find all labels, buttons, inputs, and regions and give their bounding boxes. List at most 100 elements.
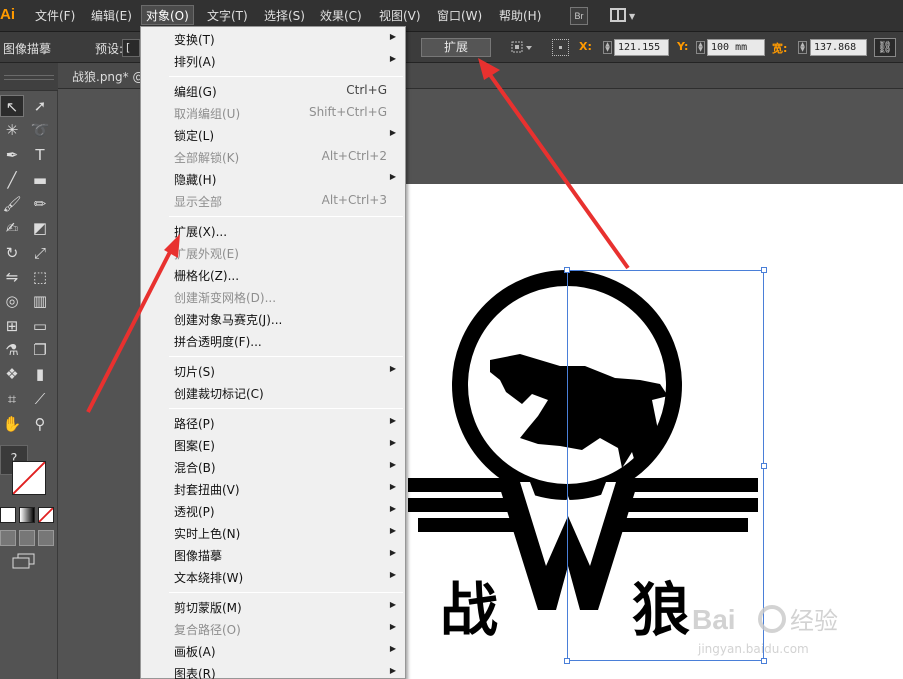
free-transform-tool-icon[interactable]: ⬚ bbox=[28, 266, 52, 288]
type-tool-icon[interactable]: T bbox=[28, 144, 52, 166]
eraser-tool-icon[interactable]: ◩ bbox=[28, 217, 52, 239]
perspective-grid-tool-icon[interactable]: ▥ bbox=[28, 290, 52, 312]
rotate-tool-icon[interactable]: ↻ bbox=[0, 242, 24, 264]
draw-normal-icon[interactable] bbox=[0, 530, 16, 546]
align-options-icon[interactable] bbox=[510, 40, 534, 55]
menu-item-blend[interactable]: 混合(B) ▶ bbox=[141, 456, 405, 478]
menu-item-perspective[interactable]: 透视(P) ▶ bbox=[141, 500, 405, 522]
constrain-proportions-icon[interactable]: ⛓ bbox=[874, 38, 896, 57]
menu-item-ungroup[interactable]: 取消编组(U) Shift+Ctrl+G bbox=[141, 102, 405, 124]
screen-mode-icon[interactable] bbox=[12, 553, 36, 569]
menu-item-group[interactable]: 编组(G) Ctrl+G bbox=[141, 80, 405, 102]
menu-item-rasterize[interactable]: 栅格化(Z)... bbox=[141, 264, 405, 286]
menu-item-transform[interactable]: 变换(T) ▶ bbox=[141, 28, 405, 50]
selection-handle[interactable] bbox=[564, 658, 570, 664]
menu-effect[interactable]: 效果(C) bbox=[316, 6, 366, 26]
menu-window[interactable]: 窗口(W) bbox=[433, 6, 486, 26]
menu-help[interactable]: 帮助(H) bbox=[495, 6, 545, 26]
workspace-switcher-icon[interactable]: ▼ bbox=[610, 8, 636, 24]
hand-tool-icon[interactable]: ✋ bbox=[0, 413, 24, 435]
menu-select[interactable]: 选择(S) bbox=[260, 6, 309, 26]
bridge-button[interactable]: Br bbox=[570, 7, 588, 25]
expand-button[interactable]: 扩展 bbox=[421, 38, 491, 57]
document-tab[interactable]: 战狼.png* @ bbox=[66, 66, 151, 88]
menu-item-path[interactable]: 路径(P) ▶ bbox=[141, 412, 405, 434]
column-graph-tool-icon[interactable]: ▮ bbox=[28, 363, 52, 385]
draw-behind-icon[interactable] bbox=[19, 530, 35, 546]
menu-item-live-paint[interactable]: 实时上色(N) ▶ bbox=[141, 522, 405, 544]
symbol-sprayer-tool-icon[interactable]: ❖ bbox=[0, 363, 24, 385]
gradient-tool-icon[interactable]: ▭ bbox=[28, 315, 52, 337]
artboard-tool-icon[interactable]: ⌗ bbox=[0, 388, 24, 410]
fill-stroke-swatch[interactable] bbox=[12, 461, 46, 495]
shape-builder-tool-icon[interactable]: ◎ bbox=[0, 290, 24, 312]
direct-selection-tool-icon[interactable]: ➚ bbox=[28, 95, 52, 117]
menu-item-compound-path[interactable]: 复合路径(O) ▶ bbox=[141, 618, 405, 640]
menu-item-pattern[interactable]: 图案(E) ▶ bbox=[141, 434, 405, 456]
tools-panel-header[interactable] bbox=[0, 63, 58, 91]
menu-type[interactable]: 文字(T) bbox=[203, 6, 252, 26]
slice-tool-icon[interactable]: ⟋ bbox=[28, 388, 52, 410]
line-tool-icon[interactable]: ╱ bbox=[0, 169, 24, 191]
scale-tool-icon[interactable]: ⤢ bbox=[28, 242, 52, 264]
menu-file[interactable]: 文件(F) bbox=[31, 6, 79, 26]
menu-item-expand[interactable]: 扩展(X)... bbox=[141, 220, 405, 242]
menu-item-flatten-transparency[interactable]: 拼合透明度(F)... bbox=[141, 330, 405, 352]
width-field[interactable]: 137.868 bbox=[810, 39, 867, 56]
menu-separator bbox=[169, 356, 403, 357]
width-stepper[interactable]: ▲ ▼ bbox=[798, 41, 807, 54]
menu-separator bbox=[169, 76, 403, 77]
pencil-tool-icon[interactable]: ✏ bbox=[28, 193, 52, 215]
draw-inside-icon[interactable] bbox=[38, 530, 54, 546]
color-mode-icon[interactable] bbox=[0, 507, 16, 523]
lasso-tool-icon[interactable]: ➰ bbox=[28, 119, 52, 141]
pen-tool-icon[interactable]: ✒ bbox=[0, 144, 24, 166]
menu-item-show-all[interactable]: 显示全部 Alt+Ctrl+3 bbox=[141, 190, 405, 212]
rectangle-tool-icon[interactable]: ▬ bbox=[28, 169, 52, 191]
baidu-jingyan-watermark: Bai 经验 jingyan.baidu.com bbox=[692, 604, 838, 656]
selection-tool-icon[interactable]: ↖ bbox=[0, 95, 24, 117]
menu-item-arrange[interactable]: 排列(A) ▶ bbox=[141, 50, 405, 72]
blend-tool-icon[interactable]: ❐ bbox=[28, 339, 52, 361]
menu-item-create-gradient-mesh[interactable]: 创建渐变网格(D)... bbox=[141, 286, 405, 308]
menu-item-create-object-mosaic[interactable]: 创建对象马赛克(J)... bbox=[141, 308, 405, 330]
width-tool-icon[interactable]: ⇋ bbox=[0, 266, 24, 288]
x-field[interactable]: 121.155 bbox=[614, 39, 669, 56]
reference-point-icon[interactable] bbox=[552, 39, 569, 56]
selection-handle[interactable] bbox=[761, 267, 767, 273]
menu-view[interactable]: 视图(V) bbox=[375, 6, 425, 26]
menu-edit[interactable]: 编辑(E) bbox=[87, 6, 136, 26]
x-stepper[interactable]: ▲ ▼ bbox=[603, 41, 612, 54]
y-field[interactable]: 100 mm bbox=[707, 39, 765, 56]
menu-item-artboards[interactable]: 画板(A) ▶ bbox=[141, 640, 405, 662]
menu-item-graph[interactable]: 图表(R) ▶ bbox=[141, 662, 405, 679]
paintbrush-tool-icon[interactable]: 🖌 bbox=[0, 193, 24, 215]
menu-item-hide[interactable]: 隐藏(H) ▶ bbox=[141, 168, 405, 190]
menu-item-text-wrap[interactable]: 文本绕排(W) ▶ bbox=[141, 566, 405, 588]
magic-wand-tool-icon[interactable]: ✳ bbox=[0, 119, 24, 141]
preset-select[interactable]: [ bbox=[122, 39, 140, 57]
app-logo: Ai bbox=[0, 6, 15, 23]
selection-handle[interactable] bbox=[564, 267, 570, 273]
blob-brush-tool-icon[interactable]: ✍ bbox=[0, 217, 24, 239]
menu-item-lock[interactable]: 锁定(L) ▶ bbox=[141, 124, 405, 146]
zoom-tool-icon[interactable]: ⚲ bbox=[28, 413, 52, 435]
menu-item-clipping-mask[interactable]: 剪切蒙版(M) ▶ bbox=[141, 596, 405, 618]
menu-object[interactable]: 对象(O) bbox=[141, 5, 194, 25]
menu-item-image-trace[interactable]: 图像描摹 ▶ bbox=[141, 544, 405, 566]
control-bar: 图像描摹 预设: [ 扩展 X: ▲ ▼ 121.155 Y: ▲ ▼ 100 mm… bbox=[0, 32, 903, 63]
menu-bar: Ai 文件(F) 编辑(E) 对象(O) 文字(T) 选择(S) 效果(C) 视… bbox=[0, 0, 903, 32]
x-label: X: bbox=[579, 40, 592, 53]
y-label: Y: bbox=[677, 40, 689, 53]
menu-item-envelope-distort[interactable]: 封套扭曲(V) ▶ bbox=[141, 478, 405, 500]
menu-item-slice[interactable]: 切片(S) ▶ bbox=[141, 360, 405, 382]
menu-item-create-trim-marks[interactable]: 创建裁切标记(C) bbox=[141, 382, 405, 404]
selection-handle[interactable] bbox=[761, 463, 767, 469]
menu-item-unlock-all[interactable]: 全部解锁(K) Alt+Ctrl+2 bbox=[141, 146, 405, 168]
menu-item-expand-appearance[interactable]: 扩展外观(E) bbox=[141, 242, 405, 264]
eyedropper-tool-icon[interactable]: ⚗ bbox=[0, 339, 24, 361]
gradient-mode-icon[interactable] bbox=[19, 507, 35, 523]
none-mode-icon[interactable] bbox=[38, 507, 54, 523]
mesh-tool-icon[interactable]: ⊞ bbox=[0, 315, 24, 337]
y-stepper[interactable]: ▲ ▼ bbox=[696, 41, 705, 54]
